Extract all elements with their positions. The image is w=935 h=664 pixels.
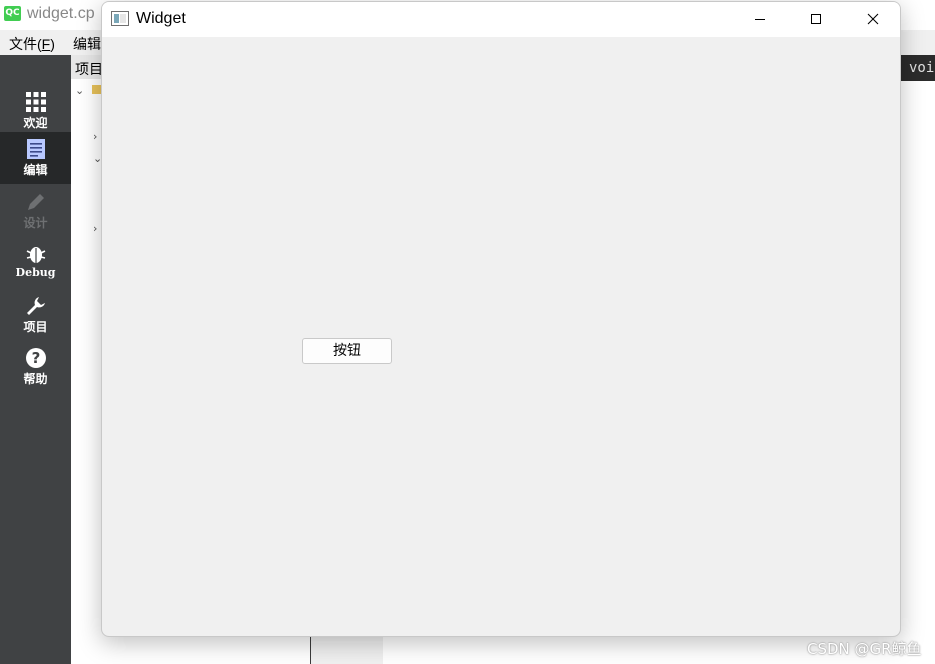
mode-edit[interactable]: 编辑: [0, 132, 71, 184]
close-button[interactable]: [844, 2, 900, 37]
watermark: CSDN @GR鲸鱼: [807, 640, 922, 658]
maximize-button[interactable]: [787, 2, 845, 37]
ide-title: widget.cp: [27, 5, 95, 22]
mode-help[interactable]: ? 帮助: [0, 341, 71, 393]
menu-file[interactable]: 文件(F): [9, 34, 55, 54]
maximize-icon: [811, 14, 821, 24]
help-icon: ?: [25, 348, 46, 368]
widget-window: Widget 按钮: [101, 1, 901, 637]
window-title-bar[interactable]: Widget: [102, 2, 900, 37]
menu-edit-label: 编辑: [73, 36, 101, 52]
chevron-right-icon[interactable]: ›: [93, 130, 97, 143]
code-snippet: voi: [909, 60, 935, 76]
mode-projects-label: 项目: [23, 320, 48, 334]
push-button[interactable]: 按钮: [302, 338, 392, 364]
mode-design[interactable]: 设计: [0, 185, 71, 237]
mode-design-label: 设计: [23, 216, 48, 230]
menu-edit[interactable]: 编辑: [73, 34, 101, 54]
minimize-icon: [755, 19, 765, 20]
menu-file-mnemonic: F: [41, 36, 51, 52]
bug-icon: [26, 247, 45, 263]
chevron-down-icon[interactable]: ⌄: [75, 84, 84, 97]
mode-edit-label: 编辑: [23, 163, 48, 177]
wrench-icon: [26, 297, 45, 315]
close-icon: [867, 13, 879, 25]
qt-creator-logo: QC: [4, 6, 21, 21]
app-window-icon: [111, 11, 129, 26]
projects-header-label: 项目: [75, 61, 103, 77]
chevron-right-icon[interactable]: ›: [93, 222, 97, 235]
mode-welcome-label: 欢迎: [23, 116, 48, 130]
mode-help-label: 帮助: [23, 372, 48, 386]
document-icon: [26, 139, 45, 159]
mode-debug-label: Debug: [15, 266, 56, 279]
pencil-icon: [27, 194, 44, 210]
window-title: Widget: [136, 10, 186, 27]
mode-projects[interactable]: 项目: [0, 289, 71, 341]
mode-welcome[interactable]: 欢迎: [0, 85, 71, 137]
grid-icon: [25, 92, 46, 112]
mode-selector-bar: 欢迎 编辑 设计 Debug 项目 ? 帮助: [0, 55, 71, 664]
menu-file-suffix: ): [50, 36, 55, 52]
minimize-button[interactable]: [731, 2, 789, 37]
mode-debug[interactable]: Debug: [0, 237, 71, 289]
menu-file-label: 文件(: [9, 36, 42, 52]
svg-text:?: ?: [31, 349, 40, 367]
